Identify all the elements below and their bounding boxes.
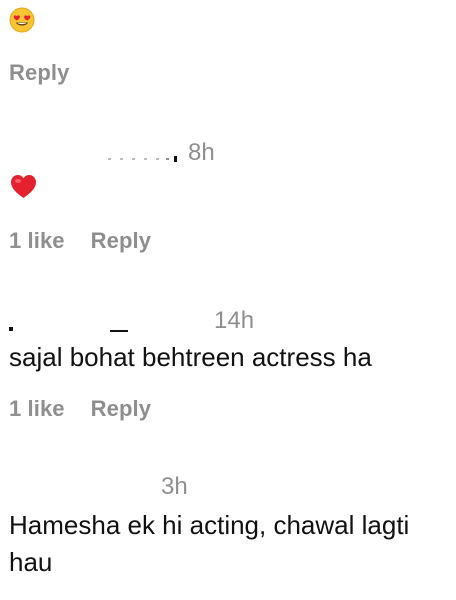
reply-button[interactable]: Reply bbox=[9, 60, 69, 86]
reply-button[interactable]: Reply bbox=[91, 228, 151, 254]
comment-actions: 1 like Reply bbox=[9, 396, 151, 422]
username-redacted[interactable] bbox=[108, 156, 180, 162]
like-count[interactable]: 1 like bbox=[9, 228, 65, 254]
comment-text: sajal bohat behtreen actress ha bbox=[9, 342, 372, 372]
red-heart-emoji-icon bbox=[11, 175, 36, 198]
username-redacted[interactable] bbox=[9, 326, 131, 332]
comment-header: 14h bbox=[0, 307, 456, 340]
heart-eyes-emoji-icon bbox=[9, 7, 35, 33]
comment-time: 8h bbox=[188, 139, 215, 166]
comment-header: 8h bbox=[0, 139, 456, 172]
comment-time: 3h bbox=[161, 473, 188, 500]
comment-text: Hamesha ek hi acting, chawal lagti hau bbox=[9, 510, 410, 577]
comment-time: 14h bbox=[214, 307, 255, 334]
comment-actions: Reply bbox=[9, 60, 69, 86]
comment-actions: 1 like Reply bbox=[9, 228, 151, 254]
reply-button[interactable]: Reply bbox=[91, 396, 151, 422]
like-count[interactable]: 1 like bbox=[9, 396, 65, 422]
username-redacted[interactable] bbox=[9, 492, 149, 498]
comment-header: 3h bbox=[0, 473, 456, 506]
comments-list: Reply 8h 1 like Reply 14h sajal bohat be… bbox=[0, 0, 456, 600]
